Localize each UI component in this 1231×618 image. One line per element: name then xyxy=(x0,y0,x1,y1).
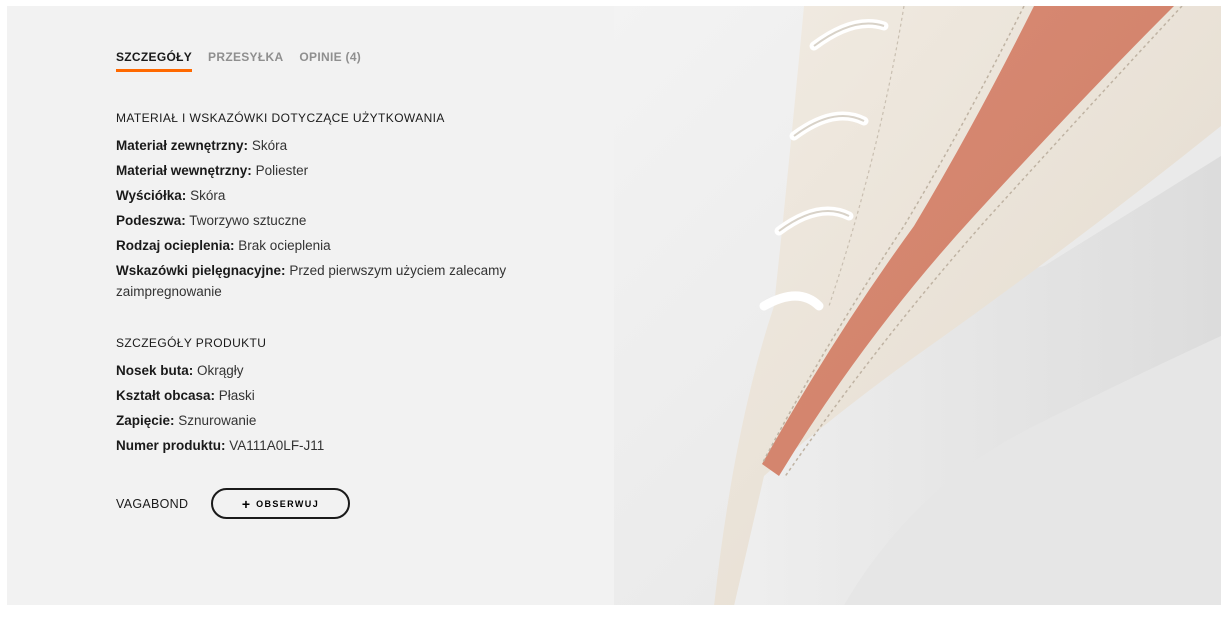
attribute-value: Poliester xyxy=(255,163,309,178)
attribute-value: Sznurowanie xyxy=(178,413,257,428)
attribute-label: Materiał zewnętrzny: xyxy=(116,138,249,153)
shoe-closeup-illustration xyxy=(614,6,1221,605)
attribute-value: Okrągły xyxy=(197,363,244,378)
product-attribute-list: Nosek buta: Okrągły Kształt obcasa: Płas… xyxy=(116,360,556,460)
attribute-product-number: Numer produktu: VA111A0LF-J11 xyxy=(116,435,556,456)
attribute-fastening: Zapięcie: Sznurowanie xyxy=(116,410,556,431)
attribute-value: Skóra xyxy=(251,138,288,153)
attribute-lining: Wyściółka: Skóra xyxy=(116,185,556,206)
product-section-title: SZCZEGÓŁY PRODUKTU xyxy=(116,336,267,350)
attribute-value: Skóra xyxy=(190,188,226,203)
detail-tabs: SZCZEGÓŁY PRZESYŁKA OPINIE (4) xyxy=(116,50,361,72)
attribute-label: Zapięcie: xyxy=(116,413,175,428)
material-attribute-list: Materiał zewnętrzny: Skóra Materiał wewn… xyxy=(116,135,556,306)
attribute-label: Rodzaj ocieplenia: xyxy=(116,238,235,253)
attribute-insulation: Rodzaj ocieplenia: Brak ocieplenia xyxy=(116,235,556,256)
follow-button-label: OBSERWUJ xyxy=(256,498,320,509)
attribute-label: Numer produktu: xyxy=(116,438,226,453)
attribute-care-instructions: Wskazówki pielęgnacyjne: Przed pierwszym… xyxy=(116,260,556,302)
tab-reviews[interactable]: OPINIE (4) xyxy=(299,50,361,72)
attribute-label: Nosek buta: xyxy=(116,363,194,378)
attribute-value: Tworzywo sztuczne xyxy=(189,213,307,228)
follow-brand-button[interactable]: + OBSERWUJ xyxy=(211,488,350,519)
brand-row: VAGABOND + OBSERWUJ xyxy=(116,488,350,519)
attribute-toe-shape: Nosek buta: Okrągły xyxy=(116,360,556,381)
material-section-title: MATERIAŁ I WSKAZÓWKI DOTYCZĄCE UŻYTKOWAN… xyxy=(116,111,445,125)
attribute-value: VA111A0LF-J11 xyxy=(229,438,325,453)
attribute-heel-shape: Kształt obcasa: Płaski xyxy=(116,385,556,406)
tab-details[interactable]: SZCZEGÓŁY xyxy=(116,50,193,72)
attribute-inner-material: Materiał wewnętrzny: Poliester xyxy=(116,160,556,181)
attribute-label: Wyściółka: xyxy=(116,188,187,203)
attribute-value: Płaski xyxy=(218,388,255,403)
attribute-value: Brak ocieplenia xyxy=(238,238,331,253)
attribute-label: Materiał wewnętrzny: xyxy=(116,163,252,178)
attribute-outer-material: Materiał zewnętrzny: Skóra xyxy=(116,135,556,156)
brand-name[interactable]: VAGABOND xyxy=(116,497,211,511)
tab-shipping[interactable]: PRZESYŁKA xyxy=(208,50,283,72)
attribute-label: Wskazówki pielęgnacyjne: xyxy=(116,263,286,278)
attribute-label: Kształt obcasa: xyxy=(116,388,216,403)
product-details-panel: SZCZEGÓŁY PRZESYŁKA OPINIE (4) MATERIAŁ … xyxy=(7,6,614,605)
attribute-label: Podeszwa: xyxy=(116,213,186,228)
product-image[interactable] xyxy=(614,6,1221,605)
attribute-sole: Podeszwa: Tworzywo sztuczne xyxy=(116,210,556,231)
plus-icon: + xyxy=(241,495,251,512)
